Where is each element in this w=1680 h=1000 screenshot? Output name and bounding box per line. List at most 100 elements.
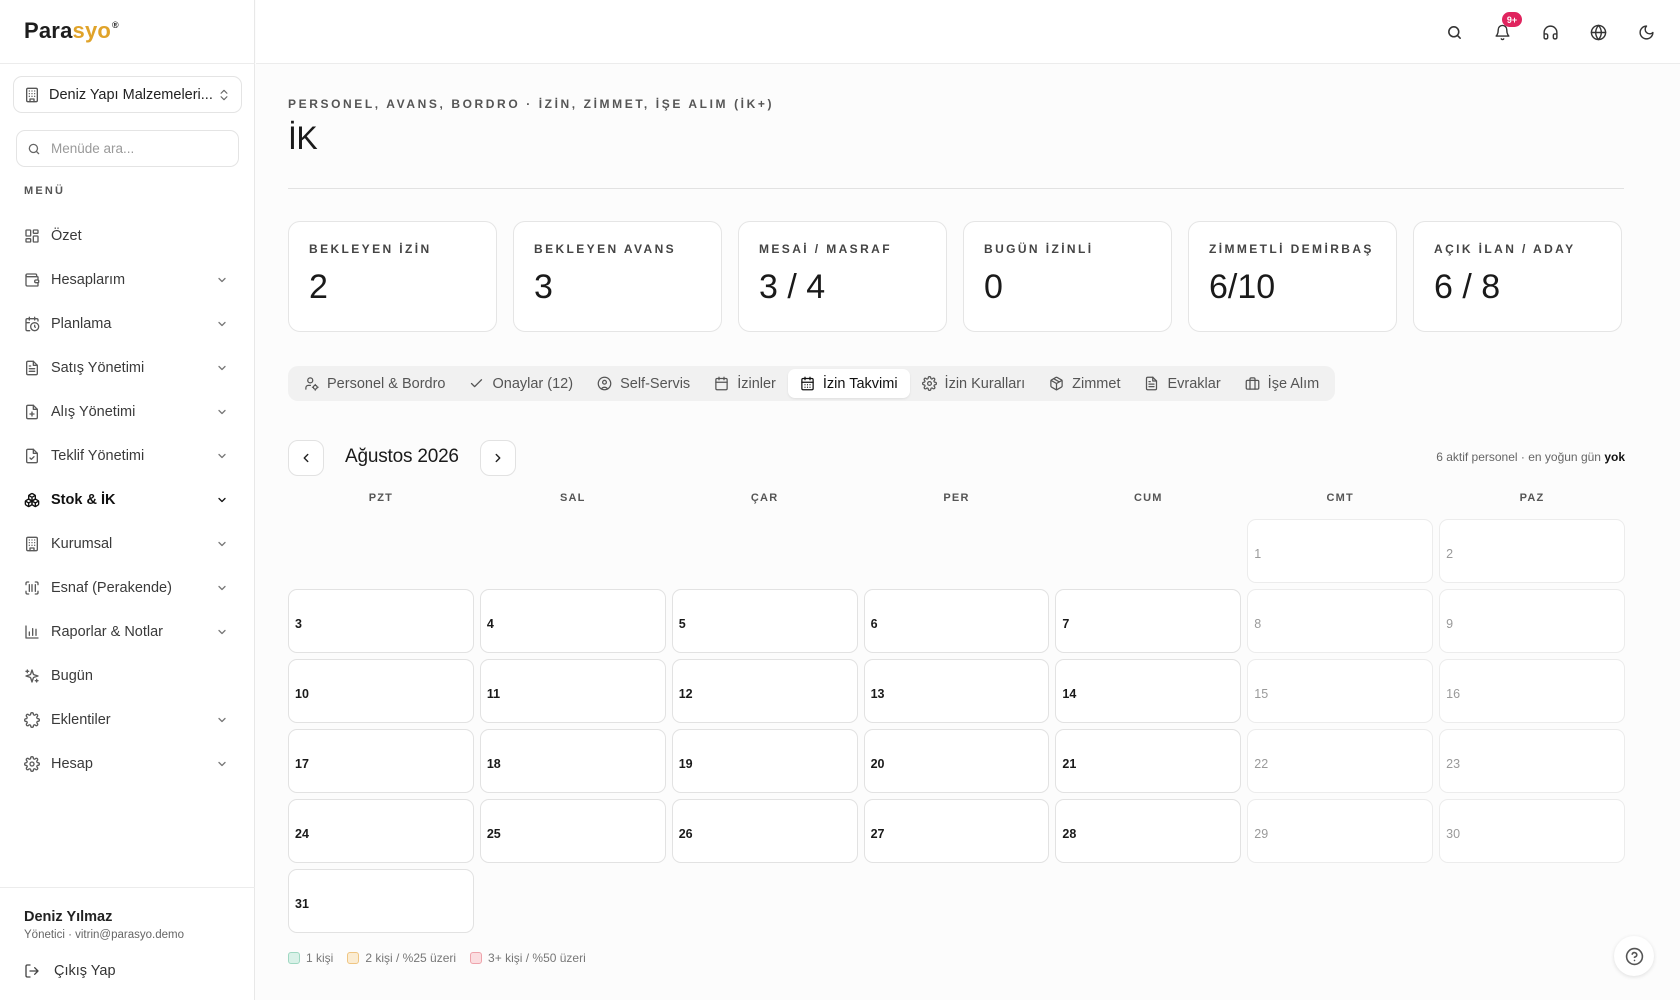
grid-icon [25, 229, 39, 243]
sidebar-item-hesaplarım[interactable]: Hesaplarım [13, 258, 243, 302]
tab-i̇şe-alım[interactable]: İşe Alım [1233, 369, 1332, 398]
calendar-day-cell[interactable]: 8 [1247, 589, 1434, 653]
calendar-day-cell[interactable]: 10 [288, 659, 474, 723]
sidebar-item-satış-yönetimi[interactable]: Satış Yönetimi [13, 346, 243, 390]
calendar-day-cell[interactable]: 1 [1247, 519, 1434, 583]
sidebar-item-kurumsal[interactable]: Kurumsal [13, 522, 243, 566]
sidebar-item-hesap[interactable]: Hesap [13, 742, 243, 786]
calendar-day-cell[interactable]: 23 [1439, 729, 1625, 793]
support-button[interactable] [1534, 16, 1566, 48]
calendar-day-cell[interactable]: 9 [1439, 589, 1625, 653]
calendar-day-cell[interactable]: 13 [863, 659, 1050, 723]
next-month-button[interactable] [480, 440, 516, 476]
calendar-day-cell[interactable]: 3 [288, 589, 474, 653]
calendar-day-cell[interactable]: 24 [288, 799, 474, 863]
stat-card[interactable]: MESAİ / MASRAF 3 / 4 [738, 221, 947, 332]
calendar-day-cell[interactable]: 19 [671, 729, 858, 793]
weekday-label: PZT [368, 492, 394, 504]
sidebar-item-label: Esnaf (Perakende) [51, 580, 172, 596]
notifications-button[interactable]: 9+ [1486, 12, 1522, 48]
tab-i̇zin-takvimi[interactable]: İzin Takvimi [787, 369, 910, 398]
help-button[interactable] [1614, 936, 1654, 976]
calendar-day-cell[interactable]: 27 [863, 799, 1050, 863]
tab-label: Evraklar [1167, 375, 1221, 392]
weekday-label: CUM [1134, 492, 1163, 504]
sidebar-item-raporlar-notlar[interactable]: Raporlar & Notlar [13, 610, 243, 654]
stat-card[interactable]: ZİMMETLİ DEMİRBAŞ 6/10 [1188, 221, 1397, 332]
chevron-down-icon [218, 629, 226, 635]
sidebar-item-alış-yönetimi[interactable]: Alış Yönetimi [13, 390, 243, 434]
company-name: Deniz Yapı Malzemeleri... [49, 86, 213, 103]
busiest-day-value: yok [1604, 450, 1625, 464]
menu-section-label: MENÜ [24, 185, 66, 197]
brand-logo[interactable]: Para syo ® [24, 18, 119, 44]
legend-swatch [347, 952, 360, 964]
tab-zimmet[interactable]: Zimmet [1037, 369, 1132, 398]
calendar-day-cell[interactable]: 15 [1247, 659, 1434, 723]
chevron-down-icon [218, 277, 226, 283]
calendar-day-cell[interactable]: 28 [1055, 799, 1242, 863]
language-button[interactable] [1582, 16, 1614, 48]
calendar-day-cell[interactable]: 22 [1247, 729, 1434, 793]
tab-evraklar[interactable]: Evraklar [1132, 369, 1232, 398]
sidebar-item-planlama[interactable]: Planlama [13, 302, 243, 346]
menu-search[interactable] [16, 130, 239, 167]
tab-label: Zimmet [1072, 375, 1121, 392]
search-button[interactable] [1438, 16, 1470, 48]
calendar-day-cell[interactable]: 18 [479, 729, 666, 793]
calendar-day-cell[interactable]: 11 [479, 659, 666, 723]
day-number: 5 [678, 617, 686, 631]
tab-onaylar-12[interactable]: Onaylar (12) [457, 369, 585, 398]
calendar-day-cell[interactable]: 31 [288, 869, 474, 933]
stat-card[interactable]: BEKLEYEN AVANS 3 [513, 221, 722, 332]
notification-badge: 9+ [1502, 12, 1522, 27]
calendar-day-cell[interactable]: 12 [671, 659, 858, 723]
stat-card[interactable]: BUGÜN İZİNLİ 0 [963, 221, 1172, 332]
logout-icon [25, 964, 39, 978]
calendar-day-cell[interactable]: 17 [288, 729, 474, 793]
tab-i̇zin-kuralları[interactable]: İzin Kuralları [910, 369, 1038, 398]
calendar-day-cell[interactable]: 26 [671, 799, 858, 863]
stat-card[interactable]: AÇIK İLAN / ADAY 6 / 8 [1413, 221, 1622, 332]
legend-swatch [470, 952, 483, 964]
calendar-day-cell[interactable]: 29 [1247, 799, 1434, 863]
company-switcher[interactable]: Deniz Yapı Malzemeleri... [13, 76, 242, 113]
calendar-day-cell[interactable]: 21 [1055, 729, 1242, 793]
stat-label: MESAİ / MASRAF [759, 242, 892, 256]
menu-search-input[interactable] [51, 141, 221, 156]
sidebar-item-stok-i-k[interactable]: Stok & İK [13, 478, 243, 522]
calendar-day-cell[interactable]: 20 [863, 729, 1050, 793]
sidebar-item-teklif-yönetimi[interactable]: Teklif Yönetimi [13, 434, 243, 478]
sidebar-item-esnaf-perakende[interactable]: Esnaf (Perakende) [13, 566, 243, 610]
calendar-day-cell[interactable]: 7 [1055, 589, 1242, 653]
sidebar-item-eklentiler[interactable]: Eklentiler [13, 698, 243, 742]
sidebar-item-label: Teklif Yönetimi [51, 448, 145, 464]
calendar-day-cell[interactable]: 25 [479, 799, 666, 863]
chevron-down-icon [218, 585, 226, 591]
calendar-day-cell[interactable]: 4 [479, 589, 666, 653]
legend-item: 2 kişi / %25 üzeri [347, 951, 456, 965]
calendar-day-cell[interactable]: 30 [1439, 799, 1625, 863]
stat-card[interactable]: BEKLEYEN İZİN 2 [288, 221, 497, 332]
theme-toggle-button[interactable] [1630, 16, 1662, 48]
day-number: 10 [295, 687, 309, 701]
sidebar-item-özet[interactable]: Özet [13, 214, 243, 258]
tab-self-servis[interactable]: Self-Servis [585, 369, 702, 398]
stat-value: 2 [309, 268, 328, 306]
sidebar-item-label: Stok & İK [51, 492, 116, 508]
tab-personel-bordro[interactable]: Personel & Bordro [292, 369, 457, 398]
logout-button[interactable]: Çıkış Yap [24, 960, 116, 982]
prev-month-button[interactable] [288, 440, 324, 476]
calendar-day-cell[interactable]: 6 [863, 589, 1050, 653]
headset-icon [1542, 24, 1558, 40]
sidebar-item-bugün[interactable]: Bugün [13, 654, 243, 698]
calendar-day-cell[interactable]: 16 [1439, 659, 1625, 723]
calendar-day-cell[interactable]: 5 [671, 589, 858, 653]
day-number: 27 [870, 827, 885, 841]
tab-i̇zinler[interactable]: İzinler [702, 369, 788, 398]
calendar-day-cell[interactable]: 2 [1439, 519, 1625, 583]
sidebar-item-label: Hesaplarım [51, 272, 126, 288]
stats-row: BEKLEYEN İZİN 2 BEKLEYEN AVANS 3 MESAİ / M… [288, 221, 1625, 332]
calendar-day-cell[interactable]: 14 [1055, 659, 1242, 723]
sidebar-divider [0, 63, 255, 64]
